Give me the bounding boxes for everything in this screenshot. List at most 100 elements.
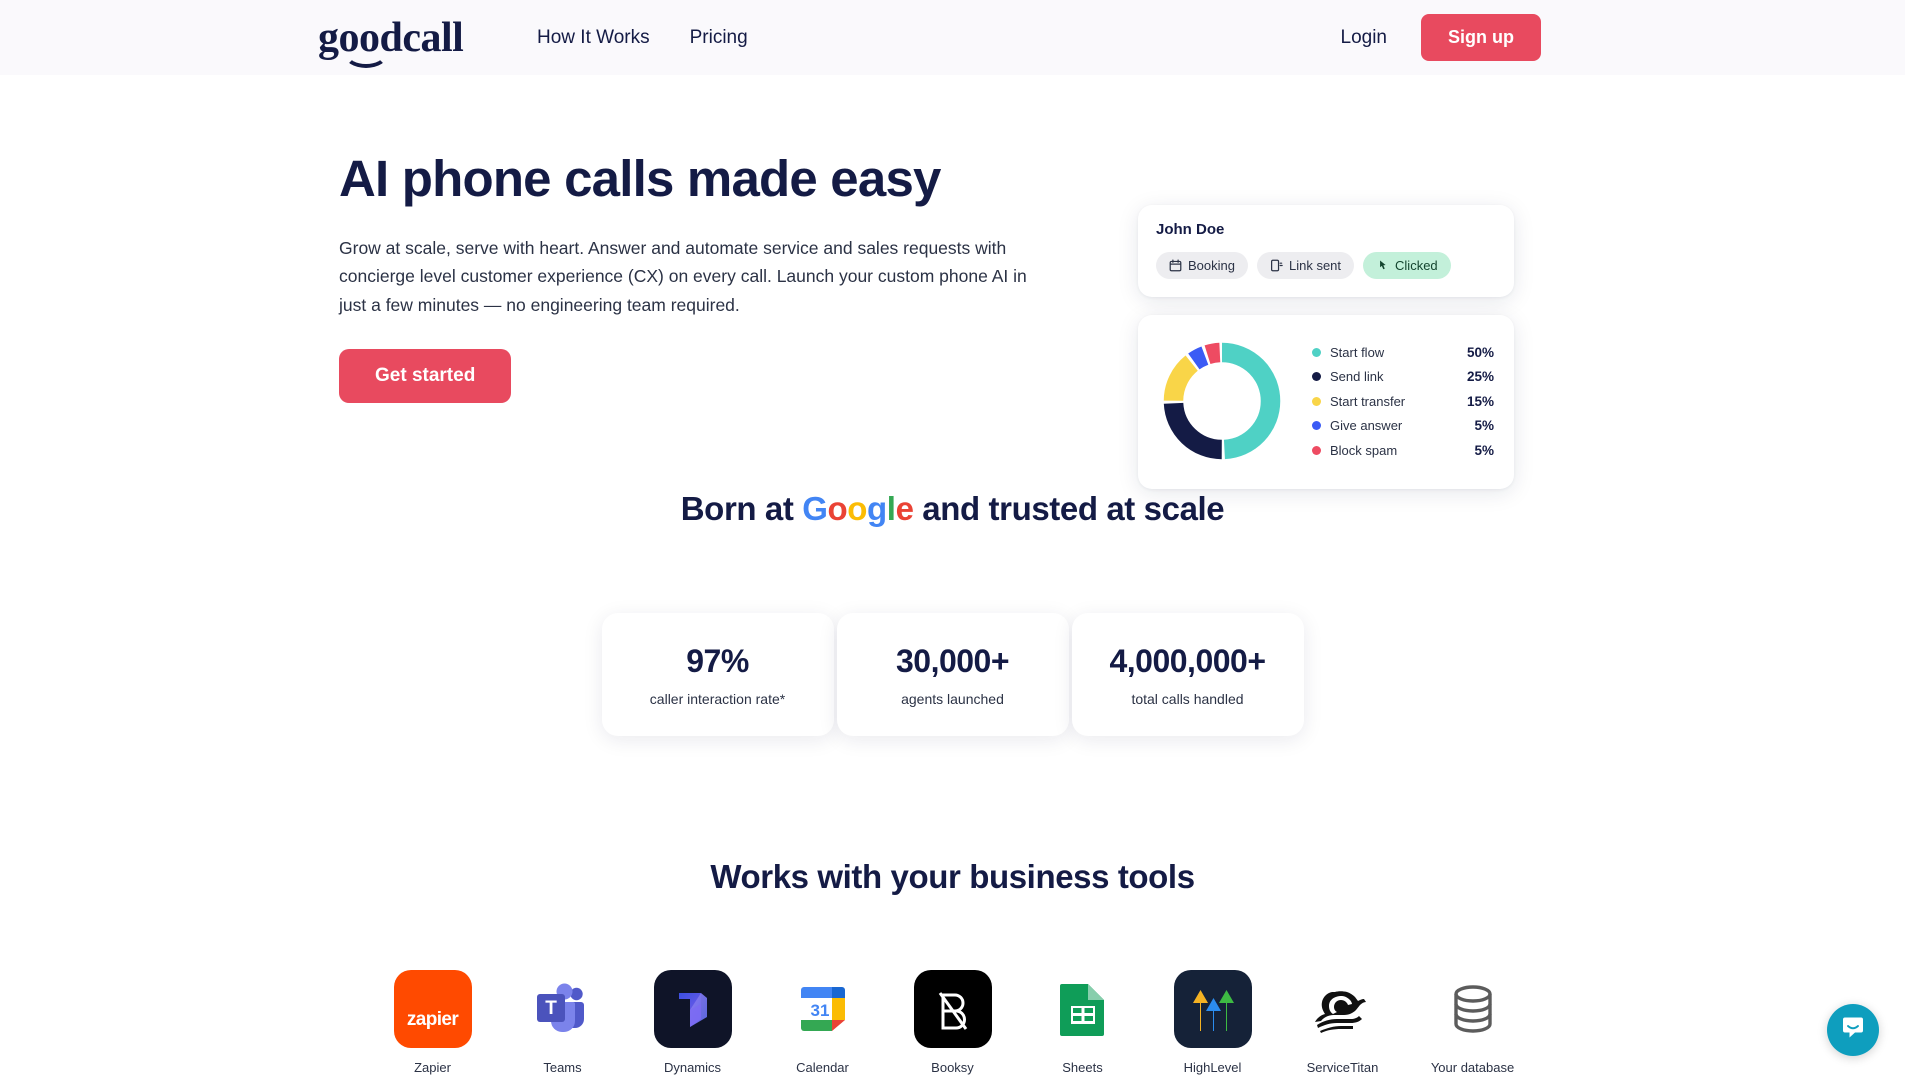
nav-item-pricing[interactable]: Pricing: [690, 26, 748, 50]
ms-dynamics-icon: [653, 970, 732, 1048]
legend-label: Start transfer: [1330, 393, 1406, 409]
hero-subtitle: Grow at scale, serve with heart. Answer …: [339, 238, 1027, 315]
booksy-icon: [913, 970, 992, 1048]
tool-servicetitan[interactable]: ServiceTitan: [1300, 970, 1385, 1075]
login-link[interactable]: Login: [1341, 27, 1388, 49]
svg-text:31: 31: [810, 1001, 829, 1020]
site-header: goodcall How It Works Pricing Login Sign…: [0, 0, 1905, 75]
status-badge-clicked[interactable]: Clicked: [1363, 252, 1451, 279]
hero-title: AI phone calls made easy: [339, 150, 941, 207]
legend-value: 25%: [1466, 369, 1494, 384]
trust-section: Born at Google and trusted at scale: [0, 490, 1905, 528]
legend-value: 5%: [1474, 418, 1494, 433]
chat-widget-button[interactable]: [1827, 1004, 1879, 1056]
legend-color-swatch: [1312, 347, 1321, 357]
legend-value: 5%: [1474, 442, 1494, 458]
legend-color-swatch: [1312, 372, 1321, 381]
google-letter-g2: g: [867, 490, 887, 527]
tool-label: Booksy: [931, 1060, 974, 1075]
nav-item-how-it-works[interactable]: How It Works: [537, 26, 650, 50]
tool-teams[interactable]: T Teams: [520, 970, 605, 1075]
logo-wordmark: goodcall: [318, 15, 464, 61]
stat-card-total-calls-handled: 4,000,000+ total calls handled: [1071, 613, 1304, 736]
goodcall-logo[interactable]: goodcall: [318, 15, 464, 68]
stat-label: caller interaction rate*: [649, 690, 786, 707]
legend-item: Start flow 50%: [1312, 345, 1494, 360]
legend-label: Start flow: [1330, 344, 1385, 360]
tools-heading: Works with your business tools: [710, 858, 1195, 895]
trust-heading-prefix: Born at: [680, 490, 803, 527]
legend-item: Give answer 5%: [1312, 418, 1494, 433]
tool-calendar[interactable]: 31 Calendar: [780, 970, 865, 1075]
chat-bubble-smile-icon: [1840, 1015, 1866, 1046]
hero-section: AI phone calls made easy Grow at scale, …: [0, 75, 1905, 489]
google-letter-o1: o: [827, 490, 848, 527]
google-letter-g1: G: [802, 490, 828, 527]
logo-smile-icon: [344, 54, 388, 68]
legend-color-swatch: [1312, 396, 1321, 406]
legend-value: 15%: [1466, 393, 1494, 409]
chart-legend: Start flow 50% Send link 25% Start trans…: [1312, 345, 1494, 458]
status-badge-clicked-label: Clicked: [1395, 258, 1438, 273]
svg-text:T: T: [545, 998, 557, 1019]
tool-your-database[interactable]: Your database: [1430, 970, 1515, 1075]
mobile-icon: [1270, 259, 1283, 272]
legend-color-swatch: [1312, 445, 1321, 455]
stat-value: 30,000+: [895, 642, 1010, 679]
contact-card: John Doe Booking Link sent Clicked: [1138, 205, 1514, 297]
google-letter-l: l: [886, 490, 896, 527]
stat-value: 97%: [686, 642, 749, 679]
database-icon: [1433, 970, 1512, 1048]
stat-label: total calls handled: [1131, 690, 1244, 707]
google-calendar-icon: 31: [783, 970, 862, 1048]
stats-row: 97% caller interaction rate* 30,000+ age…: [0, 613, 1905, 736]
legend-item: Send link 25%: [1312, 369, 1494, 384]
legend-label: Give answer: [1330, 418, 1403, 433]
google-letter-e: e: [895, 490, 914, 527]
google-sheets-icon: [1043, 970, 1122, 1048]
legend-item: Block spam 5%: [1312, 443, 1494, 458]
status-badge-link-sent[interactable]: Link sent: [1256, 252, 1355, 279]
legend-item: Start transfer 15%: [1312, 394, 1494, 409]
tool-highlevel[interactable]: HighLevel: [1170, 970, 1255, 1075]
tool-label: Calendar: [796, 1060, 849, 1075]
trust-heading-suffix: and trusted at scale: [913, 490, 1225, 527]
donut-chart: [1158, 337, 1286, 465]
tool-label: Sheets: [1062, 1060, 1103, 1075]
tools-row: zapier Zapier T Teams Dynamics 31 Calend…: [0, 970, 1905, 1075]
ms-teams-icon: T: [523, 970, 602, 1048]
highlevel-icon: [1173, 970, 1252, 1048]
donut-chart-svg: [1163, 342, 1281, 460]
google-letter-o2: o: [847, 490, 868, 527]
primary-nav: How It Works Pricing: [537, 26, 748, 50]
calendar-icon: [1169, 259, 1182, 272]
status-badge-link-sent-label: Link sent: [1288, 258, 1342, 273]
tool-sheets[interactable]: Sheets: [1040, 970, 1125, 1075]
tool-zapier[interactable]: zapier Zapier: [390, 970, 475, 1075]
legend-value: 50%: [1466, 344, 1494, 360]
cursor-icon: [1376, 259, 1389, 272]
hero-copy: AI phone calls made easy Grow at scale, …: [339, 150, 1059, 404]
stat-value: 4,000,000+: [1109, 642, 1266, 679]
stat-card-caller-interaction-rate: 97% caller interaction rate*: [601, 613, 834, 736]
status-badge-booking[interactable]: Booking: [1156, 252, 1248, 279]
stat-label: agents launched: [901, 690, 1004, 707]
contact-status-badges: Booking Link sent Clicked: [1156, 252, 1496, 279]
stat-card-agents-launched: 30,000+ agents launched: [836, 613, 1069, 736]
tool-label: Dynamics: [663, 1060, 722, 1075]
header-actions: Login Sign up: [1341, 14, 1541, 61]
zapier-icon: zapier: [393, 970, 472, 1048]
legend-label: Block spam: [1330, 442, 1398, 458]
tool-label: HighLevel: [1183, 1060, 1242, 1075]
tool-label: Your database: [1430, 1060, 1515, 1075]
servicetitan-icon: [1303, 970, 1382, 1048]
tool-label: ServiceTitan: [1306, 1060, 1379, 1075]
hero-dashboard-preview: John Doe Booking Link sent Clicked Start…: [1138, 205, 1514, 489]
status-badge-booking-label: Booking: [1188, 258, 1235, 273]
get-started-button[interactable]: Get started: [339, 349, 512, 404]
contact-name: John Doe: [1156, 221, 1225, 238]
tool-dynamics[interactable]: Dynamics: [650, 970, 735, 1075]
signup-button[interactable]: Sign up: [1421, 14, 1541, 61]
legend-label: Send link: [1330, 369, 1384, 384]
tool-booksy[interactable]: Booksy: [910, 970, 995, 1075]
